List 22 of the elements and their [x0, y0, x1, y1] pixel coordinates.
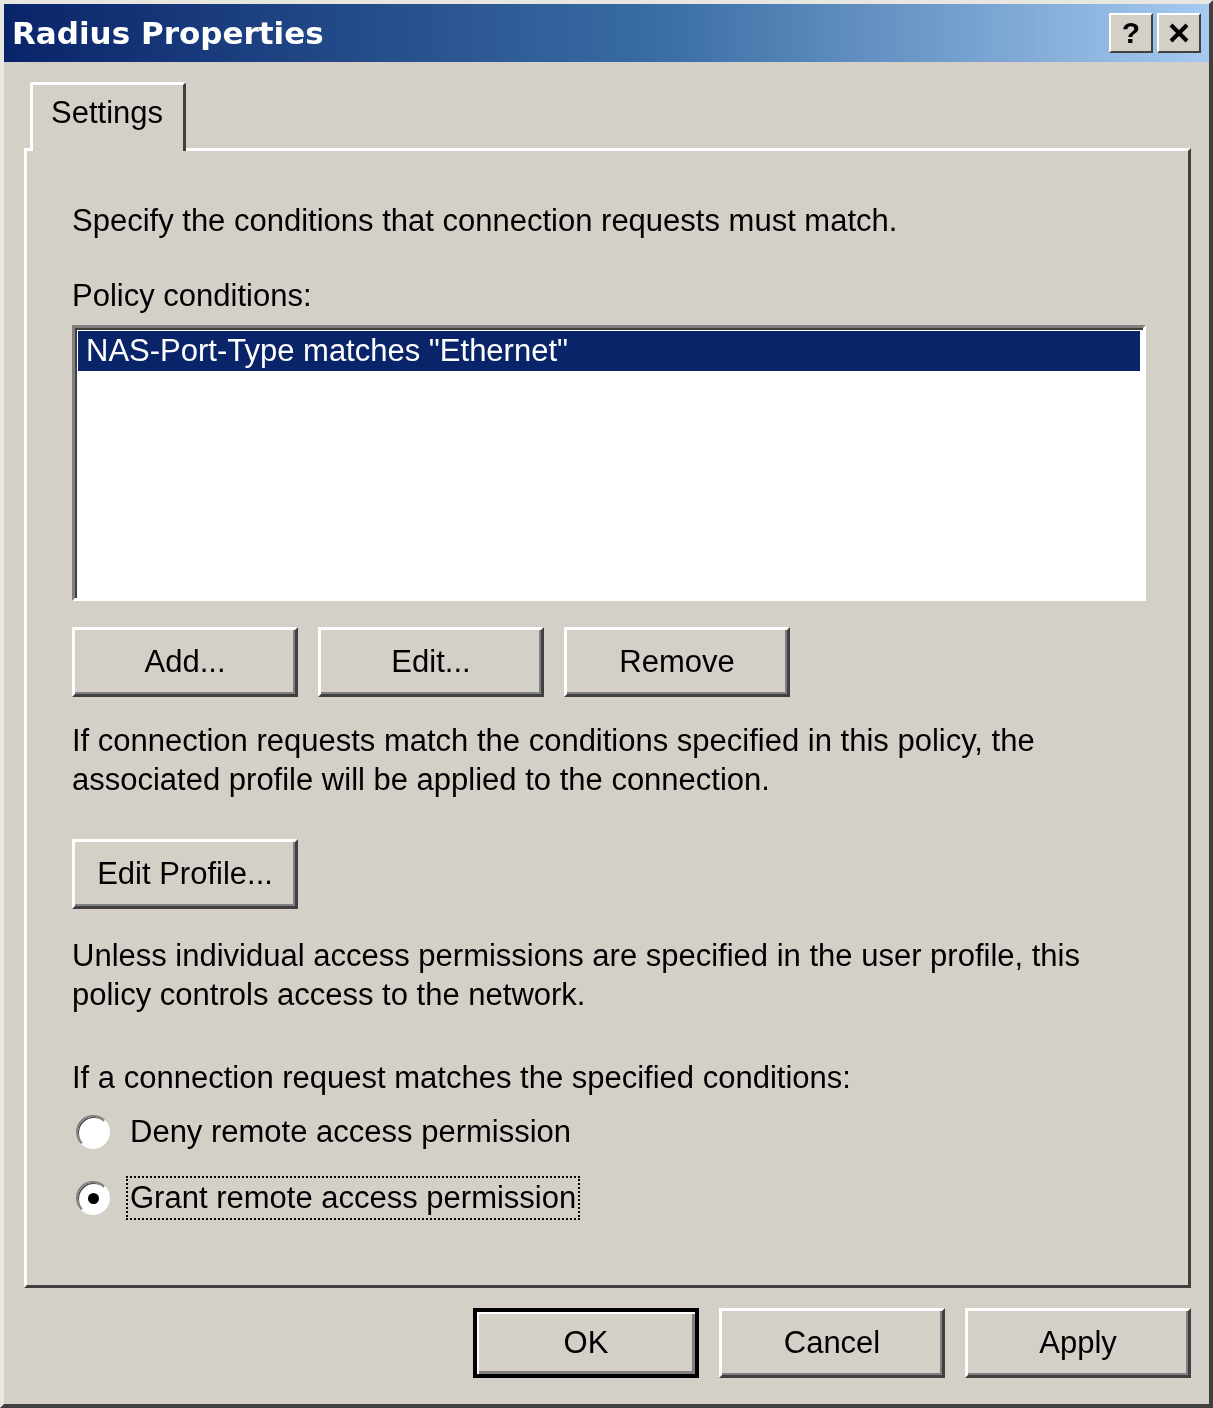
dialog-button[interactable]: Cancel — [719, 1308, 945, 1378]
window-title: Radius Properties — [12, 15, 324, 51]
radio-label[interactable]: Grant remote access permission — [126, 1176, 581, 1220]
description-text: Unless individual access permissions are specified in the user profile, this policy controls access to the network. — [72, 937, 1081, 1014]
help-button[interactable]: ? — [1109, 13, 1153, 53]
radio-button[interactable] — [76, 1181, 110, 1215]
description-text: If connection requests match the conditions specified in this policy, the associated profile will be applied to the connection. — [72, 722, 1036, 799]
tab[interactable]: Settings — [30, 82, 186, 151]
radio-button[interactable] — [76, 1115, 110, 1149]
dialog-button[interactable]: OK — [473, 1308, 699, 1378]
condition-button[interactable]: Remove — [564, 627, 790, 697]
close-button[interactable] — [1157, 13, 1201, 53]
condition-button[interactable]: Add... — [72, 627, 298, 697]
dialog-button[interactable]: Apply — [965, 1308, 1191, 1378]
edit-profile-button[interactable]: Edit Profile... — [72, 839, 298, 909]
instruction-text: Specify the conditions that connection requests must match. — [72, 202, 899, 240]
list-item[interactable]: NAS-Port-Type matches "Ethernet" — [78, 331, 1140, 371]
condition-button[interactable]: Edit... — [318, 627, 544, 697]
prompt-text: If a connection request matches the specified conditions: — [72, 1059, 852, 1097]
radio-label[interactable]: Deny remote access permission — [126, 1110, 576, 1154]
list-label: Policy conditions: — [72, 277, 313, 315]
close-icon — [1168, 23, 1190, 43]
